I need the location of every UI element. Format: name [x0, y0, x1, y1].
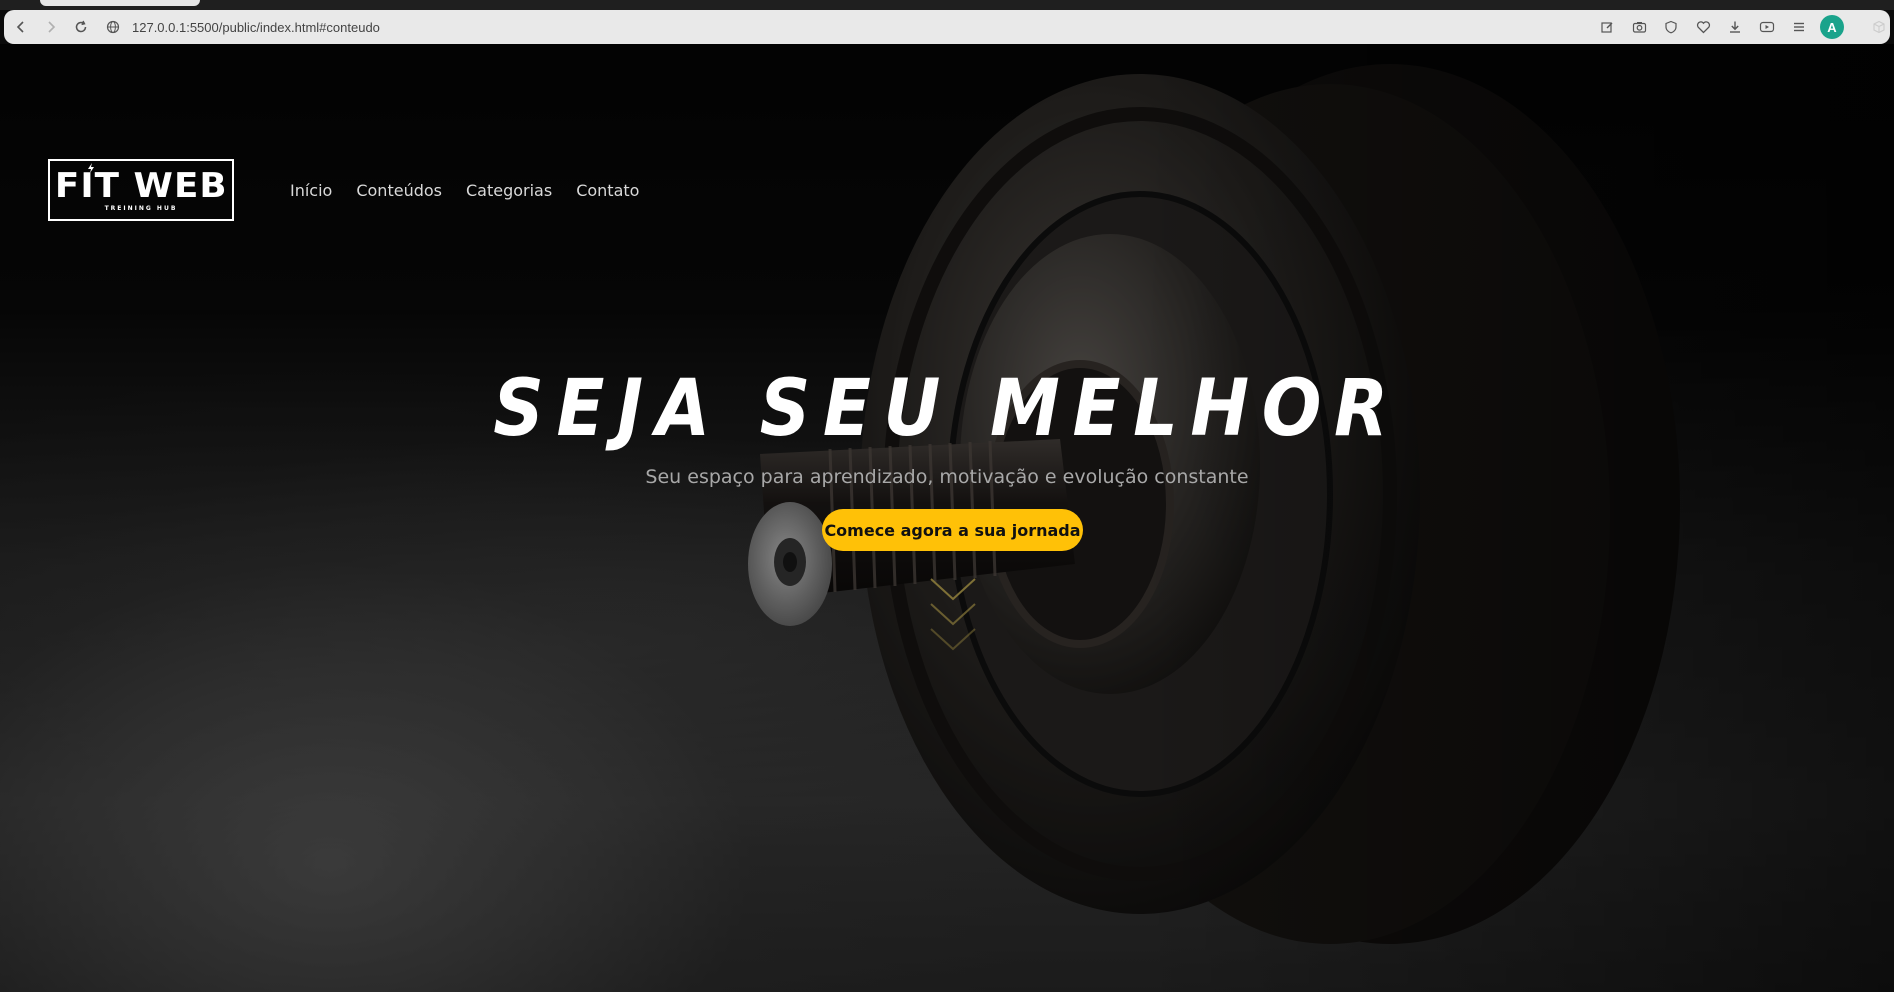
- extensions-icon[interactable]: [1864, 10, 1894, 44]
- logo-text: FIT WEB: [54, 165, 228, 206]
- forward-icon[interactable]: [38, 14, 64, 40]
- profile-avatar[interactable]: A: [1820, 15, 1844, 39]
- address-bar[interactable]: 127.0.0.1:5500/public/index.html#conteud…: [132, 20, 380, 35]
- logo[interactable]: FIT WEB TREINING HUB: [48, 159, 234, 221]
- screenshot-icon[interactable]: [1628, 16, 1650, 38]
- active-tab[interactable]: [40, 0, 200, 6]
- media-icon[interactable]: [1756, 16, 1778, 38]
- shield-icon[interactable]: [1660, 16, 1682, 38]
- back-icon[interactable]: [8, 14, 34, 40]
- favorite-icon[interactable]: [1692, 16, 1714, 38]
- nav-item-categorias[interactable]: Categorias: [466, 181, 552, 200]
- hero-section: FIT WEB TREINING HUB Início Conteúdos Ca…: [0, 44, 1894, 992]
- logo-tagline: TREINING HUB: [104, 204, 178, 212]
- menu-icon[interactable]: [1788, 16, 1810, 38]
- main-nav: Início Conteúdos Categorias Contato: [290, 181, 639, 200]
- cta-button[interactable]: Comece agora a sua jornada: [822, 509, 1083, 551]
- download-icon[interactable]: [1724, 16, 1746, 38]
- nav-item-inicio[interactable]: Início: [290, 181, 332, 200]
- nav-item-contato[interactable]: Contato: [576, 181, 639, 200]
- reload-icon[interactable]: [68, 14, 94, 40]
- hero-headline: SEJA SEU MELHOR: [493, 364, 1401, 454]
- browser-toolbar: 127.0.0.1:5500/public/index.html#conteud…: [4, 10, 1890, 44]
- site-info-icon[interactable]: [104, 18, 122, 36]
- nav-item-conteudos[interactable]: Conteúdos: [356, 181, 442, 200]
- hero-subtitle: Seu espaço para aprendizado, motivação e…: [645, 466, 1249, 488]
- edit-icon[interactable]: [1596, 16, 1618, 38]
- tab-strip: [0, 0, 1894, 10]
- site-header: FIT WEB TREINING HUB Início Conteúdos Ca…: [48, 158, 639, 222]
- scroll-down-icon[interactable]: [928, 574, 978, 664]
